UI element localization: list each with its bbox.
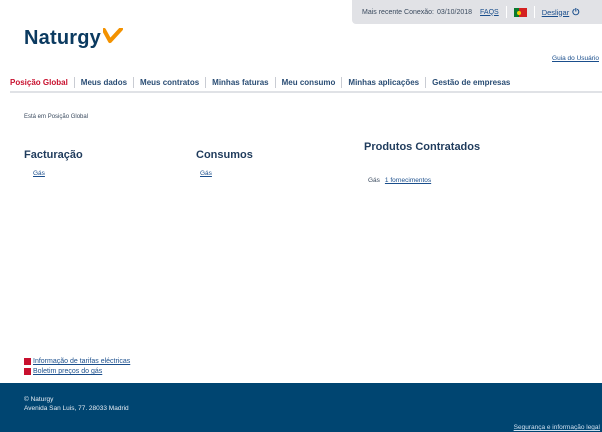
consumption-title: Consumos bbox=[196, 149, 253, 161]
naturgy-logo[interactable]: Naturgy bbox=[24, 27, 123, 50]
breadcrumb-current: Posição Global bbox=[47, 114, 89, 120]
breadcrumb-prefix: Está em bbox=[24, 114, 47, 120]
last-connection-label: Mais recente Conexão: bbox=[362, 8, 434, 16]
faqs-link[interactable]: FAQS bbox=[480, 9, 499, 16]
document-icon bbox=[24, 358, 31, 365]
legal-info-link[interactable]: Segurança e informação legal bbox=[514, 424, 600, 431]
contracted-products-row: Gás 1 fornecimentos bbox=[368, 177, 431, 184]
footer: © Naturgy Avenida San Luis, 77. 28033 Ma… bbox=[0, 383, 602, 432]
user-guide-link[interactable]: Guia do Usuário bbox=[552, 55, 599, 62]
billing-title: Facturação bbox=[24, 149, 83, 161]
power-icon: ⏻ bbox=[572, 6, 580, 17]
consumption-gas-link[interactable]: Gás bbox=[200, 170, 212, 177]
footer-address-block: © Naturgy Avenida San Luis, 77. 28033 Ma… bbox=[24, 395, 129, 413]
product-type: Gás bbox=[368, 177, 380, 184]
nav-item-my-invoices[interactable]: Minhas faturas bbox=[206, 77, 276, 88]
logo-mark-icon bbox=[102, 27, 123, 43]
nav-item-my-contracts[interactable]: Meus contratos bbox=[134, 77, 207, 88]
portugal-flag-icon[interactable] bbox=[513, 7, 527, 17]
nav-item-global-position[interactable]: Posição Global bbox=[10, 77, 75, 88]
main-nav: Posição Global Meus dados Meus contratos… bbox=[10, 74, 602, 93]
breadcrumb: Está em Posição Global bbox=[24, 114, 88, 120]
topbar-divider bbox=[505, 6, 507, 18]
contracted-products-title: Produtos Contratados bbox=[364, 141, 481, 153]
billing-gas-link[interactable]: Gás bbox=[33, 170, 45, 177]
topbar-divider bbox=[533, 6, 535, 18]
brand-name: Naturgy bbox=[24, 27, 101, 49]
top-utility-bar: Mais recente Conexão: 03/10/2018 FAQS De… bbox=[352, 0, 602, 24]
logout-button[interactable]: Desligar ⏻ bbox=[542, 7, 580, 18]
electric-tariffs-info[interactable]: Informação de tarifas eléctricas bbox=[24, 358, 130, 365]
electric-tariffs-link[interactable]: Informação de tarifas eléctricas bbox=[33, 358, 130, 365]
gas-prices-info[interactable]: Boletim preços do gás bbox=[24, 368, 102, 375]
document-icon bbox=[24, 368, 31, 375]
supplies-link[interactable]: 1 fornecimentos bbox=[385, 177, 431, 184]
gas-prices-link[interactable]: Boletim preços do gás bbox=[33, 368, 102, 375]
footer-company: © Naturgy bbox=[24, 396, 54, 403]
nav-item-my-applications[interactable]: Minhas aplicações bbox=[342, 77, 427, 88]
nav-item-my-data[interactable]: Meus dados bbox=[75, 77, 135, 88]
last-connection-date: 03/10/2018 bbox=[436, 8, 473, 16]
nav-item-company-management[interactable]: Gestão de empresas bbox=[426, 77, 516, 88]
footer-address: Avenida San Luis, 77. 28033 Madrid bbox=[24, 405, 129, 412]
logout-link[interactable]: Desligar bbox=[542, 8, 570, 17]
nav-item-my-consumption[interactable]: Meu consumo bbox=[276, 77, 343, 88]
